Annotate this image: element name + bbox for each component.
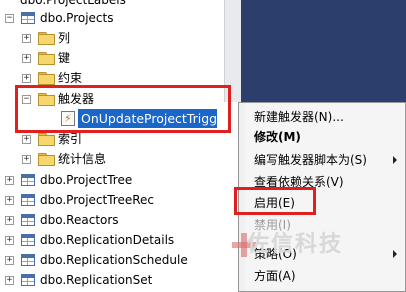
- folder-icon: [38, 133, 55, 146]
- tree-item-label: dbo.ProjectTree: [40, 173, 133, 187]
- expand-icon[interactable]: +: [5, 216, 14, 225]
- expand-icon[interactable]: +: [22, 74, 31, 83]
- table-icon: [21, 254, 35, 266]
- expand-icon[interactable]: +: [22, 54, 31, 63]
- folder-icon: [38, 52, 55, 65]
- menu-item-modify[interactable]: 修改(M): [254, 127, 301, 147]
- watermark-text: 佐信科技: [247, 232, 344, 257]
- submenu-arrow-icon: [393, 156, 397, 164]
- table-icon: [21, 194, 35, 206]
- folder-icon: [38, 153, 55, 166]
- highlight-box: [15, 85, 231, 133]
- background-pane: [241, 0, 406, 102]
- expand-icon[interactable]: +: [5, 176, 14, 185]
- expand-icon[interactable]: +: [5, 236, 14, 245]
- menu-item-script-as[interactable]: 编写触发器脚本为(S): [254, 150, 367, 170]
- expand-icon[interactable]: +: [5, 276, 14, 285]
- expand-icon[interactable]: +: [22, 155, 31, 164]
- expand-icon[interactable]: +: [22, 34, 31, 43]
- collapse-icon[interactable]: −: [5, 14, 14, 23]
- tree-item-label: dbo.ProjectTreeRec: [40, 193, 155, 207]
- folder-icon: [38, 32, 55, 45]
- tree-item-label: 列: [58, 31, 71, 45]
- tree-item-label: 键: [58, 51, 71, 65]
- table-icon: [21, 214, 35, 226]
- table-icon: [21, 234, 35, 246]
- menu-item-new-trigger[interactable]: 新建触发器(N)...: [254, 107, 344, 127]
- tree-item-partial[interactable]: dbo.ProjectLabels: [20, 0, 126, 8]
- folder-icon: [38, 72, 55, 85]
- menu-item-facets[interactable]: 方面(A): [254, 266, 296, 286]
- expand-icon[interactable]: +: [5, 256, 14, 265]
- tree-item-label: dbo.Projects: [40, 11, 114, 25]
- expand-icon[interactable]: +: [22, 135, 31, 144]
- tree-item-label: 统计信息: [58, 152, 107, 166]
- table-icon: [21, 12, 35, 24]
- tree-item-label: dbo.ReplicationDetails: [40, 233, 175, 247]
- tree-item-label: dbo.Reactors: [40, 213, 119, 227]
- tree-item-label: dbo.ReplicationSchedule: [40, 253, 188, 267]
- highlight-box-enable: [234, 187, 316, 215]
- expand-icon[interactable]: +: [5, 196, 14, 205]
- submenu-arrow-icon: [393, 250, 397, 258]
- table-icon: [21, 174, 35, 186]
- table-icon: [21, 274, 35, 286]
- tree-item-label: dbo.ReplicationSet: [40, 273, 153, 287]
